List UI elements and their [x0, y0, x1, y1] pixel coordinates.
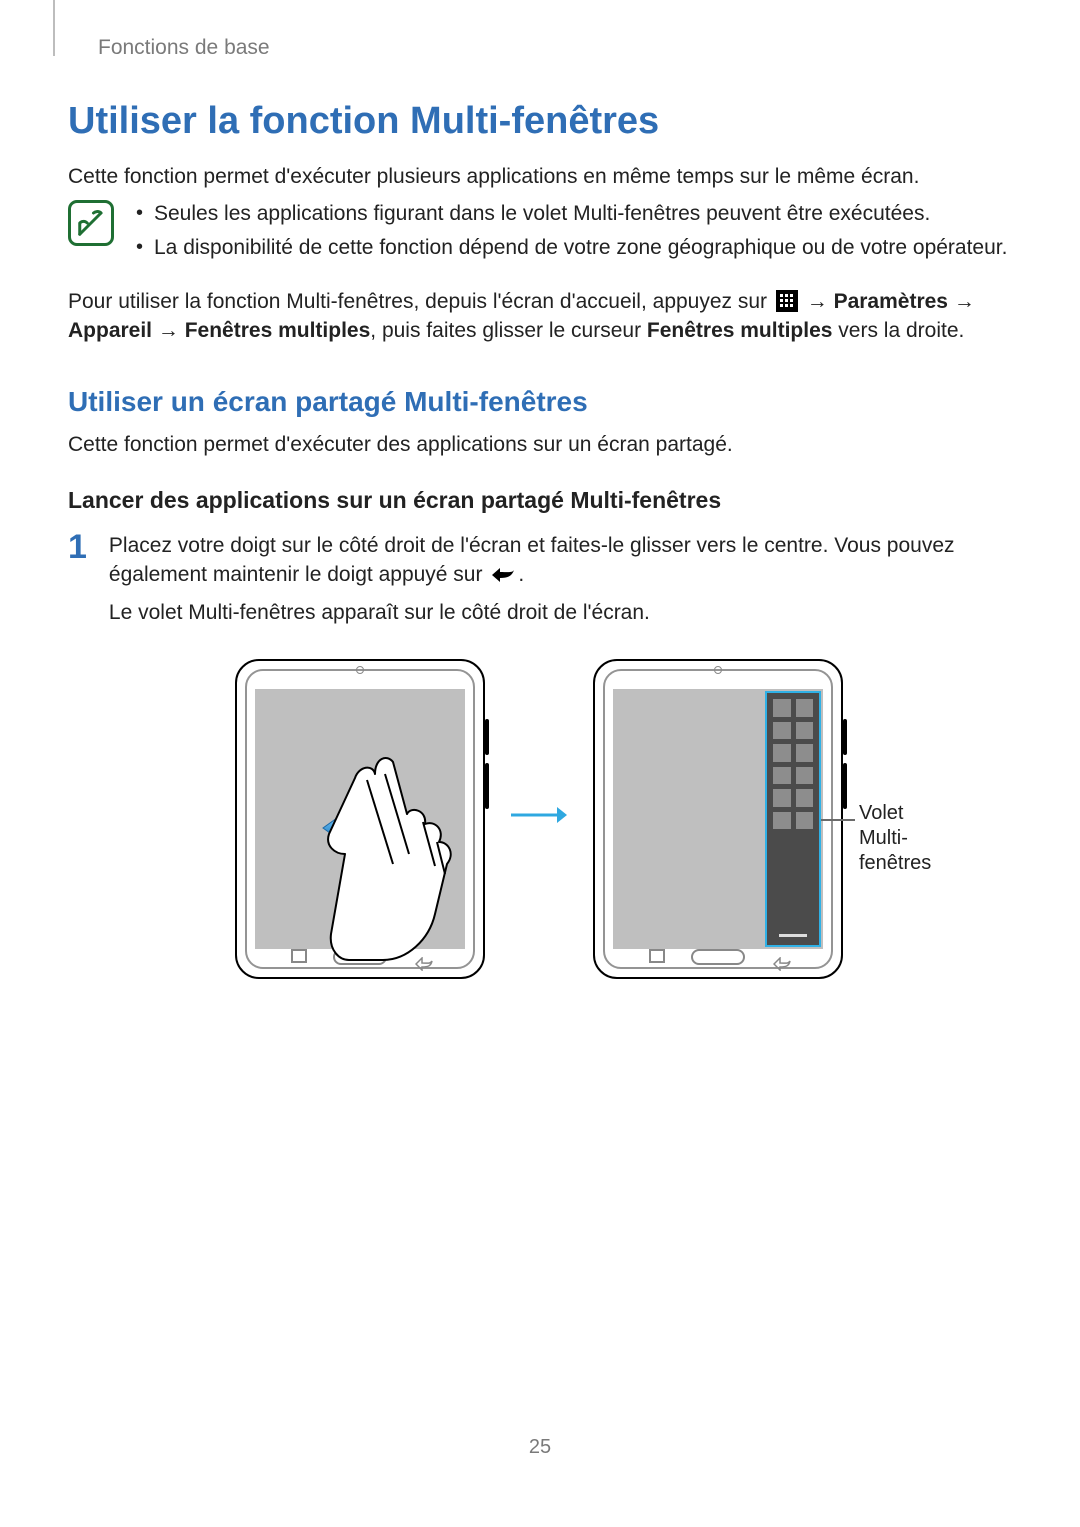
step-number: 1: [68, 530, 87, 564]
step-text: Placez votre doigt sur le côté droit de …: [109, 532, 1010, 589]
step-body: Placez votre doigt sur le côté droit de …: [109, 532, 1010, 637]
arrow-text: →: [954, 290, 975, 313]
note-icon: [68, 200, 114, 246]
device-left: [235, 659, 485, 979]
device-right: Volet Multi-fenêtres: [593, 659, 843, 979]
note-list: Seules les applications figurant dans le…: [132, 200, 1007, 269]
text: Multi-fenêtres: [859, 827, 931, 874]
section-header: Fonctions de base: [98, 34, 270, 62]
text: Placez votre doigt sur le côté droit de …: [109, 534, 955, 585]
text: vers la droite.: [832, 319, 964, 342]
page-content: Utiliser la fonction Multi-fenêtres Cett…: [68, 96, 1010, 979]
intro-paragraph: Cette fonction permet d'exécuter plusieu…: [68, 163, 1010, 191]
left-rule: [53, 0, 55, 56]
note-icon-wrap: [68, 200, 114, 246]
text: Volet: [859, 802, 903, 824]
page-number: 25: [0, 1434, 1080, 1461]
page-title: Utiliser la fonction Multi-fenêtres: [68, 96, 1010, 147]
text: .: [518, 563, 524, 586]
subheading-desc: Cette fonction permet d'exécuter des app…: [68, 431, 1010, 459]
multiwindow-tray: [765, 691, 821, 947]
hand-gesture-icon: [315, 744, 465, 964]
subheading: Utiliser un écran partagé Multi-fenêtres: [68, 383, 1010, 421]
note-item: La disponibilité de cette fonction dépen…: [132, 234, 1007, 262]
figure: Volet Multi-fenêtres: [68, 659, 1010, 979]
note-item: Seules les applications figurant dans le…: [132, 200, 1007, 228]
arrow-text: →: [807, 290, 834, 313]
text: , puis faites glisser le curseur: [370, 319, 647, 342]
apps-grid-icon: [776, 290, 798, 312]
step-text: Le volet Multi-fenêtres apparaît sur le …: [109, 599, 1010, 627]
back-icon: [490, 564, 516, 582]
bold-text: Paramètres: [834, 290, 948, 313]
bold-text: Fenêtres multiples: [647, 319, 833, 342]
step-1: 1 Placez votre doigt sur le côté droit d…: [68, 532, 1010, 637]
bold-text: Appareil: [68, 319, 152, 342]
callout-label: Volet Multi-fenêtres: [859, 801, 931, 876]
arrow-text: →: [158, 319, 185, 342]
subheading-2: Lancer des applications sur un écran par…: [68, 485, 1010, 516]
bold-text: Fenêtres multiples: [185, 319, 371, 342]
text: Pour utiliser la fonction Multi-fenêtres…: [68, 290, 773, 313]
callout-line: [821, 819, 855, 821]
instruction-paragraph: Pour utiliser la fonction Multi-fenêtres…: [68, 288, 1010, 345]
arrow-right-icon: [509, 803, 569, 835]
note-block: Seules les applications figurant dans le…: [68, 200, 1010, 269]
